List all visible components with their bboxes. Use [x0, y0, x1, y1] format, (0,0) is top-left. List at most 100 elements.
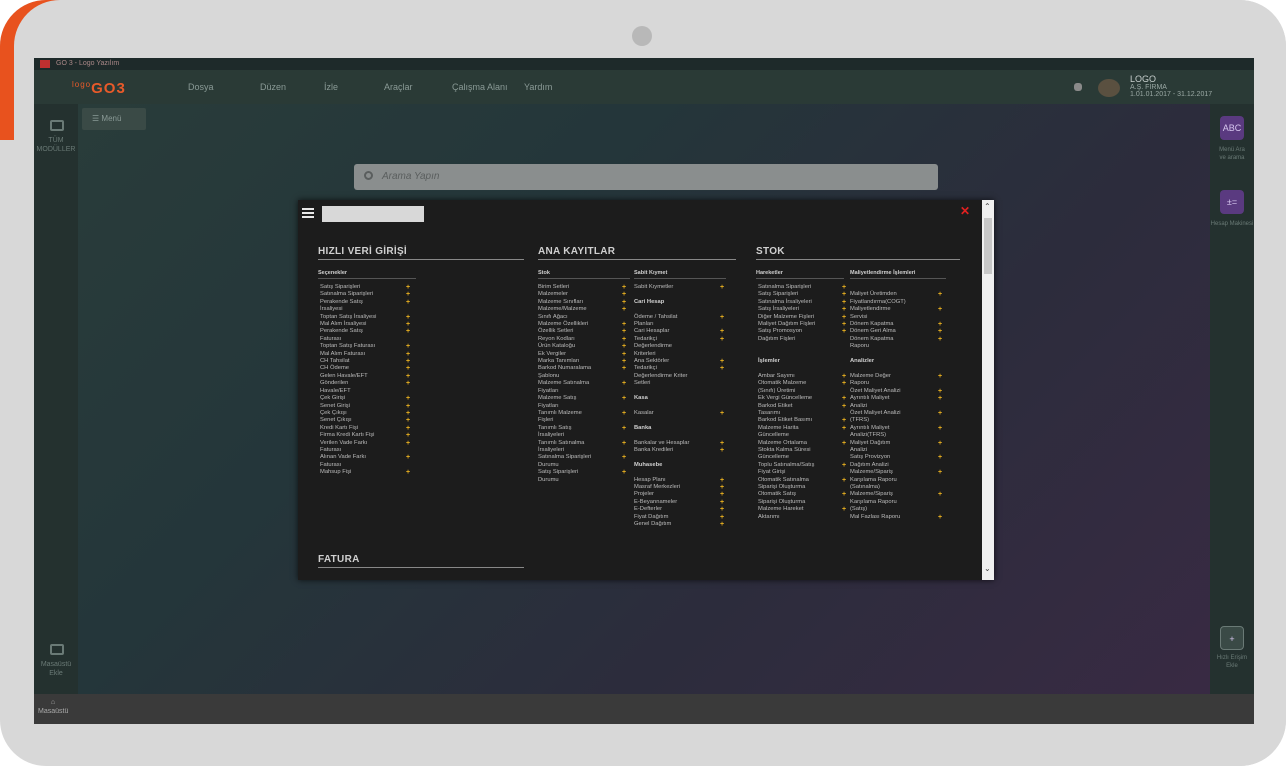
menu-entry[interactable]: Malzeme/Sipariş +	[850, 469, 946, 476]
menu-entry[interactable]: Malzeme Hareket +	[758, 506, 848, 513]
close-icon[interactable]: ✕	[960, 204, 970, 218]
add-plus-icon[interactable]: +	[406, 432, 410, 439]
menu-entry[interactable]: İrsaliyeleri	[538, 432, 630, 439]
menu-entry[interactable]: Çek Girişi +	[320, 395, 420, 402]
add-plus-icon[interactable]: +	[720, 491, 724, 498]
add-plus-icon[interactable]: +	[842, 380, 846, 387]
add-plus-icon[interactable]: +	[406, 351, 410, 358]
add-plus-icon[interactable]: +	[938, 410, 942, 417]
add-plus-icon[interactable]: +	[842, 417, 846, 424]
add-plus-icon[interactable]: +	[938, 321, 942, 328]
add-plus-icon[interactable]: +	[622, 284, 626, 291]
menu-entry[interactable]: Diğer Malzeme Fişleri +	[758, 314, 848, 321]
scroll-down-icon[interactable]: ⌄	[984, 564, 991, 574]
menu-entry[interactable]: Ödeme / Tahsilat +	[634, 314, 730, 321]
quick-add-icon[interactable]: +	[1220, 626, 1244, 650]
desktop-add-icon[interactable]	[50, 644, 64, 655]
add-plus-icon[interactable]: +	[622, 328, 626, 335]
menu-entry[interactable]: Çek Çıkışı +	[320, 410, 420, 417]
add-plus-icon[interactable]: +	[406, 417, 410, 424]
menu-entry[interactable]: Karşılama Raporu	[850, 477, 946, 484]
menu-entry[interactable]: Durumu	[538, 477, 630, 484]
menu-entry[interactable]	[850, 365, 946, 372]
menu-entry[interactable]: Sınıfı Ağacı	[538, 314, 630, 321]
menu-entry[interactable]: Tedarikçi +	[634, 365, 730, 372]
add-plus-icon[interactable]: +	[406, 299, 410, 306]
add-plus-icon[interactable]: +	[622, 469, 626, 476]
menu-entry[interactable]: Dönem Kapatma +	[850, 336, 946, 343]
menu-entry[interactable]: Ek Vergi Güncelleme +	[758, 395, 848, 402]
menu-entry[interactable]: Fiyat Girişi	[758, 469, 848, 476]
add-plus-icon[interactable]: +	[720, 336, 724, 343]
menu-entry[interactable]: (Satış)	[850, 506, 946, 513]
menu-entry[interactable]: Ek Vergiler +	[538, 351, 630, 358]
add-plus-icon[interactable]: +	[842, 291, 846, 298]
menu-entry[interactable]: Malzeme/Malzeme +	[538, 306, 630, 313]
add-plus-icon[interactable]: +	[406, 425, 410, 432]
menu-entry[interactable]: Mal Alım İrsaliyesi +	[320, 321, 420, 328]
menu-entry[interactable]: Otomatik Satınalma +	[758, 477, 848, 484]
menu-entry[interactable]: Malzemeler +	[538, 291, 630, 298]
menu-entry[interactable]: Dönem Kapatma +	[850, 321, 946, 328]
add-plus-icon[interactable]: +	[842, 440, 846, 447]
add-plus-icon[interactable]: +	[842, 491, 846, 498]
menu-entry[interactable]: Satınalma Siparişleri +	[758, 284, 848, 291]
menu-entry[interactable]: Faturası	[320, 447, 420, 454]
menu-entry[interactable]: Malzeme/Sipariş +	[850, 491, 946, 498]
scroll-up-icon[interactable]: ⌃	[984, 202, 991, 212]
menu-entry[interactable]: Güncelleme	[758, 432, 848, 439]
add-plus-icon[interactable]: +	[720, 314, 724, 321]
menu-entry[interactable]: Tedarikçi +	[634, 336, 730, 343]
abc-icon[interactable]: ABC	[1220, 116, 1244, 140]
menu-entry[interactable]: Alınan Vade Farkı +	[320, 454, 420, 461]
menu-entry[interactable]: Satış Promosyon +	[758, 328, 848, 335]
add-plus-icon[interactable]: +	[622, 306, 626, 313]
add-plus-icon[interactable]: +	[842, 299, 846, 306]
menu-entry[interactable]: Durumu	[538, 462, 630, 469]
menu-entry[interactable]: Projeler +	[634, 491, 730, 498]
menu-entry[interactable]: Fiyatlandırma(COGT)	[850, 299, 946, 306]
menu-entry[interactable]: Güncelleme	[758, 454, 848, 461]
menu-entry[interactable]: E-Beyannameler +	[634, 499, 730, 506]
menu-entry[interactable]: Verilen Vade Farkı +	[320, 440, 420, 447]
add-plus-icon[interactable]: +	[406, 343, 410, 350]
menu-entry[interactable]	[634, 454, 730, 461]
menu-calisma-alani[interactable]: Çalışma Alanı	[452, 82, 508, 92]
add-plus-icon[interactable]: +	[406, 380, 410, 387]
add-plus-icon[interactable]: +	[622, 380, 626, 387]
add-plus-icon[interactable]: +	[842, 403, 846, 410]
add-plus-icon[interactable]: +	[842, 284, 846, 291]
menu-entry[interactable]: CH Ödeme +	[320, 365, 420, 372]
add-plus-icon[interactable]: +	[622, 365, 626, 372]
menu-entry[interactable]: Tasarımı	[758, 410, 848, 417]
menu-entry[interactable]	[634, 417, 730, 424]
menu-entry[interactable]: Kriterleri	[634, 351, 730, 358]
add-plus-icon[interactable]: +	[622, 343, 626, 350]
add-plus-icon[interactable]: +	[622, 336, 626, 343]
menu-entry[interactable]	[758, 351, 848, 358]
add-plus-icon[interactable]: +	[406, 454, 410, 461]
add-plus-icon[interactable]: +	[842, 373, 846, 380]
add-plus-icon[interactable]: +	[720, 284, 724, 291]
add-plus-icon[interactable]: +	[720, 365, 724, 372]
menu-entry[interactable]: Dağıtım Analizi	[850, 462, 946, 469]
menu-entry[interactable]: Maliyet Dağıtım +	[850, 440, 946, 447]
menu-entry[interactable]: Maliyet Üretimden +	[850, 291, 946, 298]
menu-entry[interactable]: Satınalma Siparişleri +	[538, 454, 630, 461]
add-plus-icon[interactable]: +	[842, 462, 846, 469]
menu-entry[interactable]: Fiyatları	[538, 388, 630, 395]
menu-entry[interactable]: Sabit Kıymetler +	[634, 284, 730, 291]
menu-entry[interactable]: (Sınıfı) Üretimi	[758, 388, 848, 395]
menu-entry[interactable]: Fiyatları	[538, 403, 630, 410]
menu-entry[interactable]: Ambar Sayımı +	[758, 373, 848, 380]
scrollbar-thumb[interactable]	[984, 218, 992, 274]
menu-entry[interactable]	[634, 306, 730, 313]
add-plus-icon[interactable]: +	[842, 425, 846, 432]
menu-entry[interactable]: Malzeme Harita +	[758, 425, 848, 432]
add-plus-icon[interactable]: +	[938, 425, 942, 432]
add-plus-icon[interactable]: +	[720, 506, 724, 513]
menu-entry[interactable]: (TFRS)	[850, 417, 946, 424]
menu-entry[interactable]: Malzeme Satış +	[538, 395, 630, 402]
menu-entry[interactable]: Raporu	[850, 380, 946, 387]
menu-entry[interactable]: Analizi(TFRS)	[850, 432, 946, 439]
